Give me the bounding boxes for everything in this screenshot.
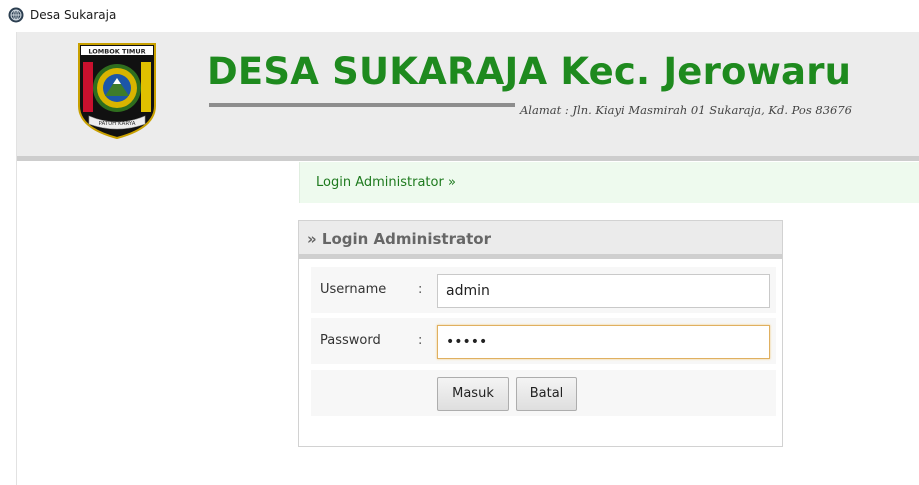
panel-header-stripe: [299, 254, 782, 259]
login-panel-header: » Login Administrator: [299, 221, 782, 259]
logo-top-text: LOMBOK TIMUR: [88, 48, 145, 56]
username-separator: :: [418, 282, 423, 297]
password-input[interactable]: [437, 325, 770, 359]
username-input[interactable]: [437, 274, 770, 308]
globe-icon: [8, 7, 24, 23]
login-panel: » Login Administrator Username : Passwor…: [298, 220, 783, 447]
login-panel-title: » Login Administrator: [307, 230, 491, 248]
breadcrumb-link[interactable]: Login Administrator »: [316, 175, 456, 190]
password-separator: :: [418, 333, 423, 348]
site-title: DESA SUKARAJA Kec. Jerowaru: [207, 50, 852, 93]
button-row: Masuk Batal: [311, 370, 776, 416]
batal-button[interactable]: Batal: [516, 377, 577, 411]
page: LOMBOK TIMUR PATUH KARYA DESA SUKARAJA K…: [16, 32, 919, 485]
password-label: Password: [320, 333, 381, 348]
masuk-button[interactable]: Masuk: [437, 377, 509, 411]
password-row: Password :: [311, 318, 776, 364]
window-title: Desa Sukaraja: [30, 8, 117, 22]
logo-banner-text: PATUH KARYA: [98, 121, 135, 127]
title-rule: [209, 103, 515, 107]
window-titlebar: Desa Sukaraja: [0, 0, 919, 32]
username-row: Username :: [311, 267, 776, 313]
username-label: Username: [320, 282, 387, 297]
header-divider: [17, 156, 919, 161]
breadcrumb: Login Administrator »: [299, 162, 919, 203]
site-header: LOMBOK TIMUR PATUH KARYA DESA SUKARAJA K…: [17, 32, 919, 161]
lombok-timur-emblem: LOMBOK TIMUR PATUH KARYA: [78, 43, 156, 140]
site-address: Alamat : Jln. Kiayi Masmirah 01 Sukaraja…: [520, 103, 852, 117]
